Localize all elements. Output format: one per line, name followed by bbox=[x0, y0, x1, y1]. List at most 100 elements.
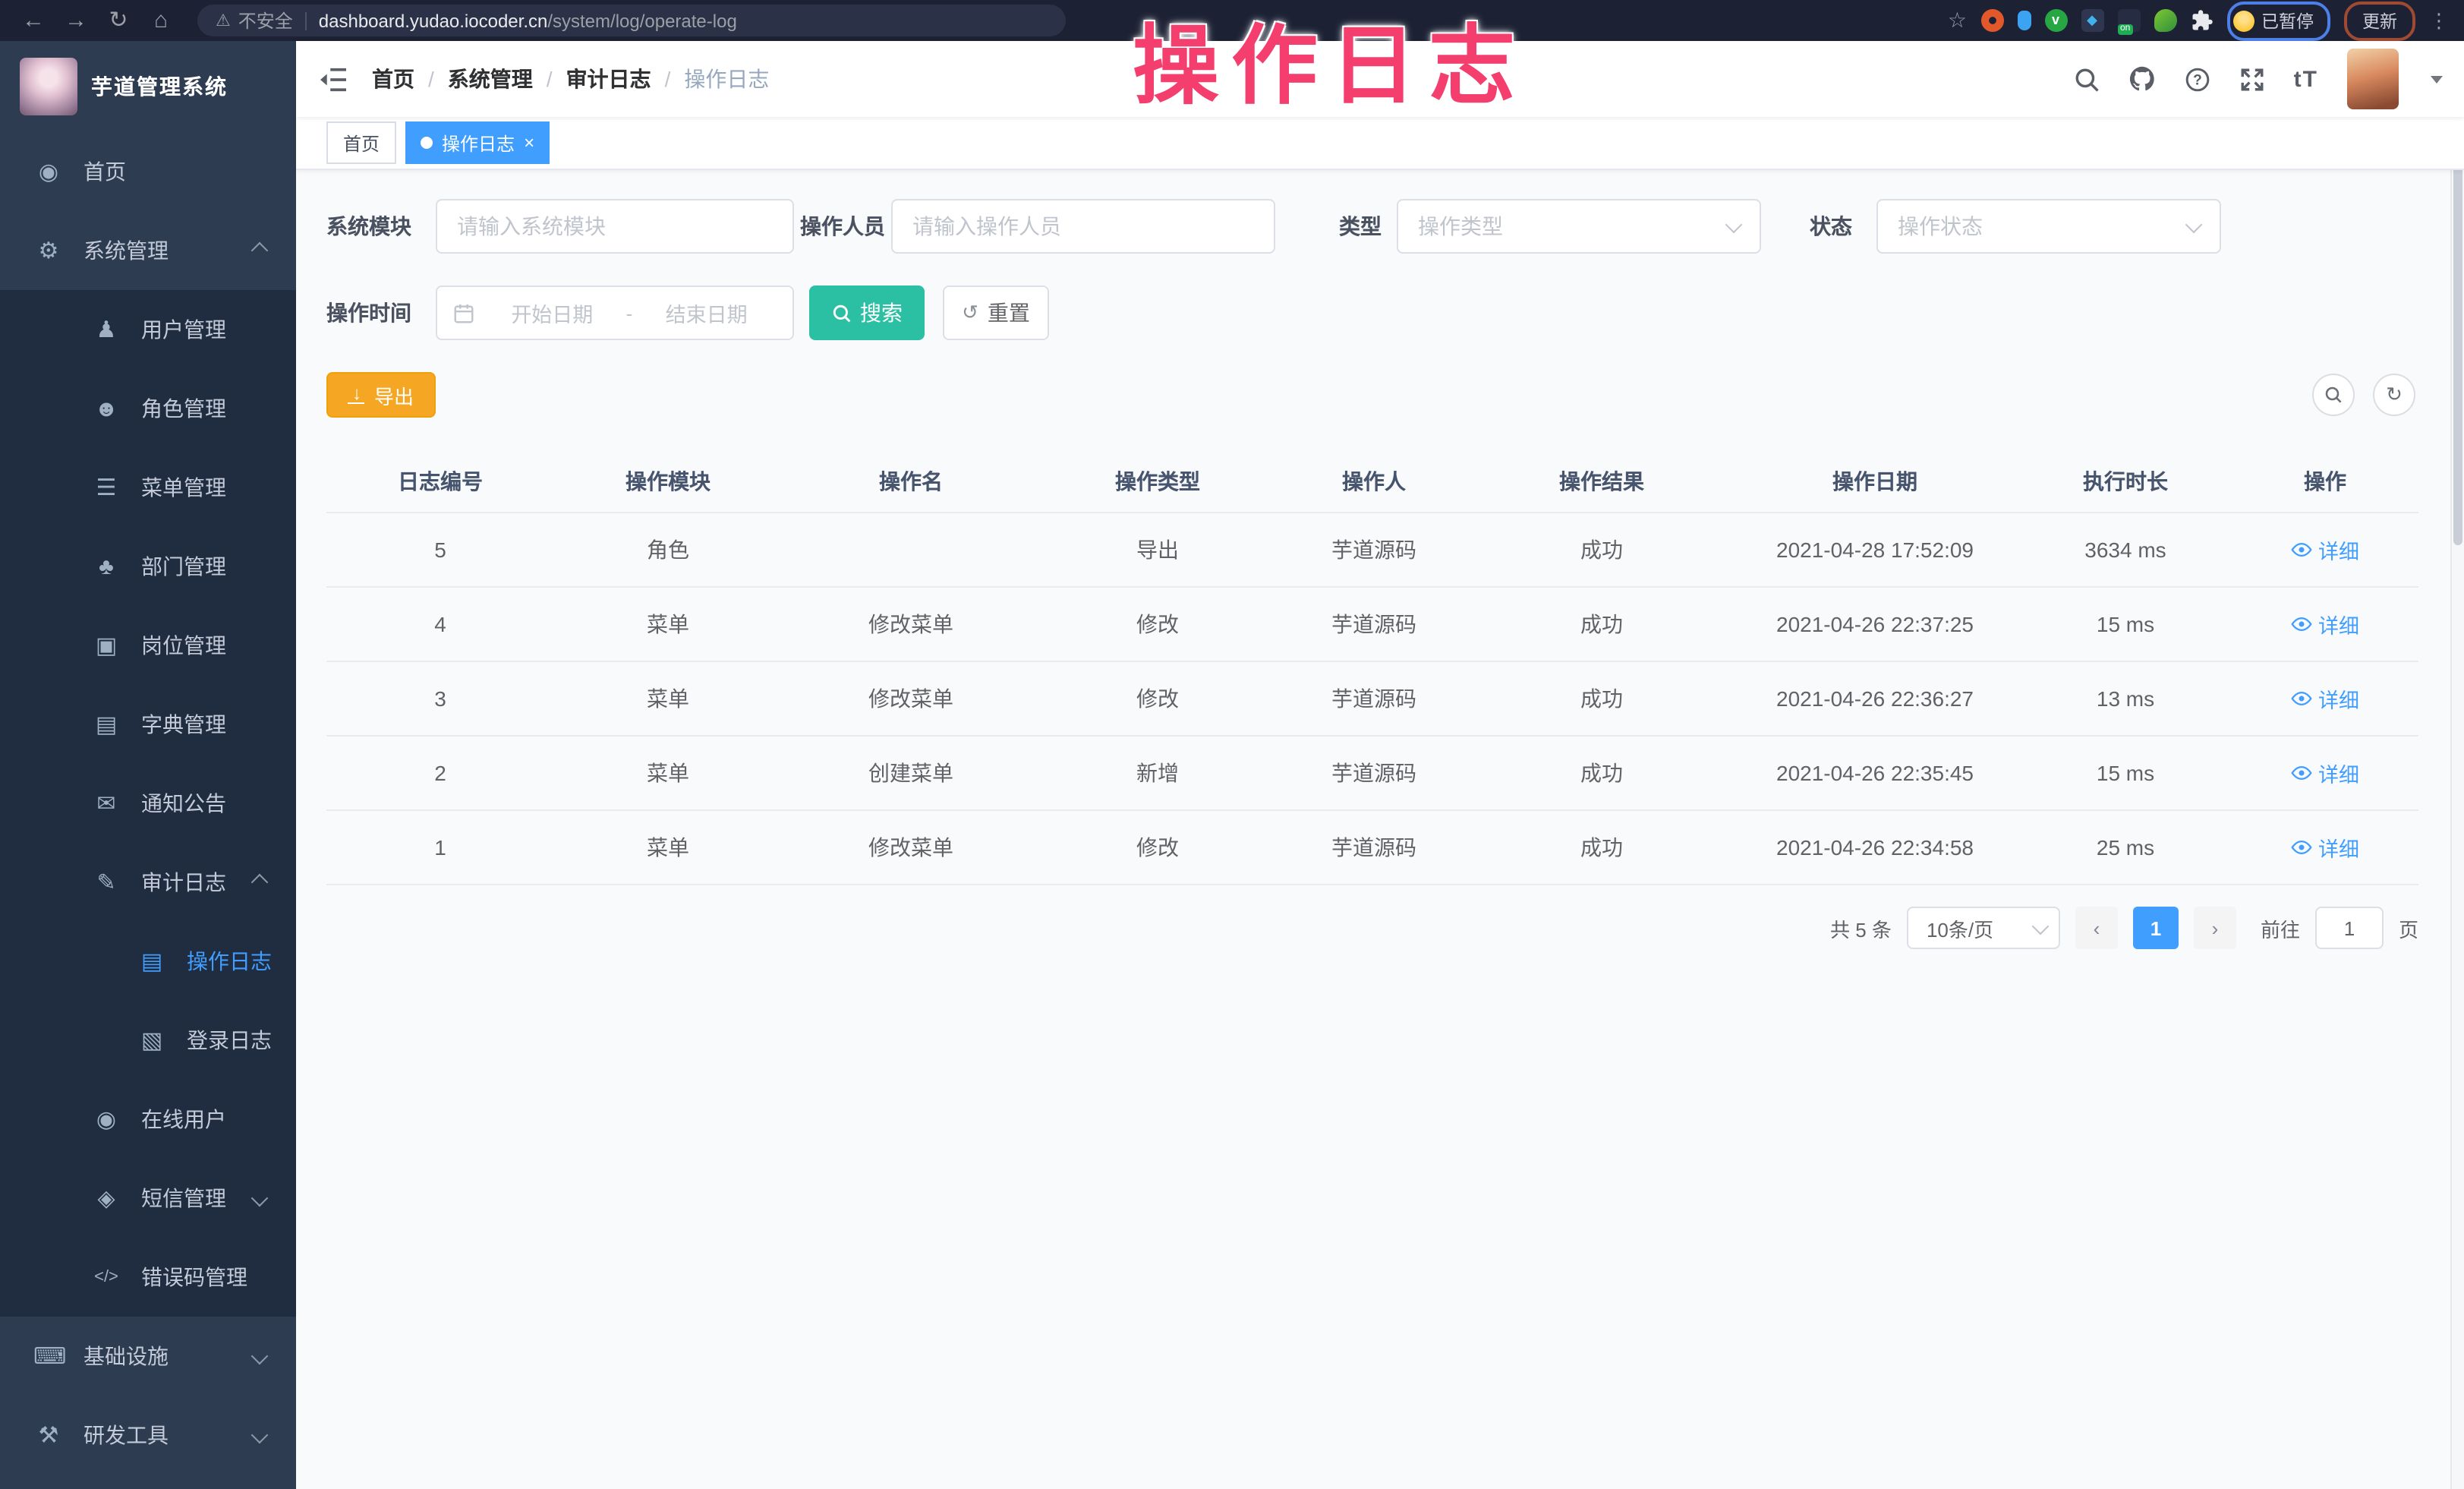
operator-label: 操作人员 bbox=[800, 211, 885, 241]
help-icon[interactable]: ? bbox=[2185, 66, 2210, 92]
toggle-search-icon[interactable] bbox=[2312, 374, 2355, 416]
sidebar-item-sms-management[interactable]: ◈ 短信管理 bbox=[0, 1159, 296, 1238]
sidebar-item-menu-management[interactable]: ☰ 菜单管理 bbox=[0, 448, 296, 527]
cell-name: 修改菜单 bbox=[782, 609, 1040, 639]
sidebar-item-online-users[interactable]: ◉ 在线用户 bbox=[0, 1080, 296, 1159]
operator-input[interactable] bbox=[891, 199, 1275, 254]
extension-switch-icon[interactable]: on bbox=[2117, 9, 2140, 32]
sidebar-item-dev-tools[interactable]: ⚒ 研发工具 bbox=[0, 1396, 296, 1475]
close-tab-icon[interactable]: × bbox=[524, 134, 534, 152]
chevron-down-icon bbox=[1725, 216, 1743, 233]
detail-link-label: 详细 bbox=[2318, 832, 2359, 863]
browser-home-icon[interactable]: ⌂ bbox=[143, 0, 179, 41]
extensions-puzzle-icon[interactable] bbox=[2190, 9, 2213, 32]
extension-adblock-icon[interactable] bbox=[1980, 9, 2003, 32]
sidebar-toggle-icon[interactable] bbox=[319, 66, 348, 92]
sidebar-item-label: 角色管理 bbox=[141, 393, 226, 424]
sidebar-item-dict-management[interactable]: ▤ 字典管理 bbox=[0, 685, 296, 764]
font-size-icon[interactable]: tT bbox=[2294, 66, 2318, 92]
browser-forward-icon[interactable]: → bbox=[58, 0, 94, 41]
sidebar-item-infrastructure[interactable]: ⌨ 基础设施 bbox=[0, 1317, 296, 1396]
sidebar-item-audit-log[interactable]: ✎ 审计日志 bbox=[0, 843, 296, 922]
cell-result: 成功 bbox=[1473, 535, 1731, 565]
col-log-id: 日志编号 bbox=[326, 466, 554, 497]
sidebar-item-notice[interactable]: ✉ 通知公告 bbox=[0, 764, 296, 843]
profile-sync-paused-chip[interactable]: 已暂停 bbox=[2226, 1, 2330, 40]
detail-link[interactable]: 详细 bbox=[2291, 758, 2359, 788]
sidebar-item-errorcode-management[interactable]: </> 错误码管理 bbox=[0, 1238, 296, 1317]
browser-reload-icon[interactable]: ↻ bbox=[100, 0, 137, 41]
sidebar: 芋道管理系统 ◉ 首页 ⚙ 系统管理 ♟ 用户管理 ☻ 角色管理 bbox=[0, 41, 296, 1489]
page-1-button[interactable]: 1 bbox=[2133, 907, 2179, 949]
extension-diamond-icon[interactable]: ◆ bbox=[2081, 9, 2103, 32]
extension-pin-icon[interactable] bbox=[2017, 11, 2031, 30]
chevron-up-icon bbox=[251, 242, 269, 260]
search-button[interactable]: 搜索 bbox=[809, 285, 925, 340]
detail-link[interactable]: 详细 bbox=[2291, 609, 2359, 639]
status-select[interactable]: 操作状态 bbox=[1876, 199, 2221, 254]
cell-operator: 芋道源码 bbox=[1275, 609, 1473, 639]
monitor-icon: ⌨ bbox=[33, 1342, 64, 1370]
sidebar-item-label: 在线用户 bbox=[141, 1104, 226, 1134]
detail-link[interactable]: 详细 bbox=[2291, 535, 2359, 565]
sidebar-item-user-management[interactable]: ♟ 用户管理 bbox=[0, 290, 296, 369]
app-logo-row[interactable]: 芋道管理系统 bbox=[0, 41, 296, 132]
tab-home[interactable]: 首页 bbox=[326, 121, 396, 164]
detail-link[interactable]: 详细 bbox=[2291, 683, 2359, 714]
detail-link[interactable]: 详细 bbox=[2291, 832, 2359, 863]
sidebar-item-post-management[interactable]: ▣ 岗位管理 bbox=[0, 606, 296, 685]
bookmark-star-icon[interactable]: ☆ bbox=[1948, 8, 1967, 33]
not-secure-warning-icon: ⚠ bbox=[216, 11, 231, 30]
browser-update-button[interactable]: 更新 bbox=[2344, 1, 2415, 40]
extension-v-icon[interactable]: v bbox=[2044, 9, 2067, 32]
table-header-row: 日志编号 操作模块 操作名 操作类型 操作人 操作结果 操作日期 执行时长 操作 bbox=[326, 451, 2418, 513]
extension-green-icon[interactable] bbox=[2154, 9, 2176, 32]
emoji-avatar bbox=[2232, 10, 2254, 31]
table-toolbar: ↓ 导出 ↻ bbox=[326, 372, 2418, 418]
status-label: 状态 bbox=[1810, 211, 1852, 241]
sidebar-item-department-management[interactable]: ♣ 部门管理 bbox=[0, 527, 296, 606]
cell-operator: 芋道源码 bbox=[1275, 683, 1473, 714]
cell-operator: 芋道源码 bbox=[1275, 832, 1473, 863]
sidebar-item-system-management[interactable]: ⚙ 系统管理 bbox=[0, 211, 296, 290]
tab-operate-log[interactable]: 操作日志 × bbox=[405, 121, 550, 164]
sidebar-item-label: 研发工具 bbox=[83, 1420, 169, 1450]
scrollbar[interactable] bbox=[2450, 41, 2464, 1489]
time-label: 操作时间 bbox=[326, 298, 417, 328]
export-button[interactable]: ↓ 导出 bbox=[326, 372, 436, 418]
cell-duration: 15 ms bbox=[2019, 612, 2232, 636]
sidebar-item-operate-log[interactable]: ▤ 操作日志 bbox=[0, 922, 296, 1001]
sidebar-item-label: 登录日志 bbox=[187, 1025, 272, 1055]
extension-on-badge: on bbox=[2117, 24, 2133, 35]
fullscreen-icon[interactable] bbox=[2239, 66, 2265, 92]
avatar-caret-down-icon[interactable] bbox=[2431, 75, 2443, 83]
sidebar-item-login-log[interactable]: ▧ 登录日志 bbox=[0, 1001, 296, 1080]
module-input[interactable] bbox=[436, 199, 794, 254]
address-bar[interactable]: ⚠ 不安全 dashboard.yudao.iocoder.cn /system… bbox=[197, 5, 1066, 36]
users-icon: ☻ bbox=[91, 396, 121, 421]
tab-operate-log-label: 操作日志 bbox=[442, 130, 515, 156]
next-page-button[interactable]: › bbox=[2194, 907, 2236, 949]
reset-button[interactable]: ↺ 重置 bbox=[943, 285, 1049, 340]
cell-module: 角色 bbox=[554, 535, 782, 565]
online-signal-icon: ◉ bbox=[91, 1106, 121, 1133]
sidebar-item-home[interactable]: ◉ 首页 bbox=[0, 132, 296, 211]
search-icon[interactable] bbox=[2074, 66, 2100, 92]
breadcrumb-home[interactable]: 首页 bbox=[372, 64, 414, 94]
date-range-picker[interactable]: 开始日期 - 结束日期 bbox=[436, 285, 794, 340]
type-select[interactable]: 操作类型 bbox=[1397, 199, 1761, 254]
page-size-select[interactable]: 10条/页 bbox=[1907, 907, 2060, 949]
breadcrumb-audit-log[interactable]: 审计日志 bbox=[566, 64, 651, 94]
prev-page-button[interactable]: ‹ bbox=[2075, 907, 2118, 949]
github-icon[interactable] bbox=[2128, 65, 2156, 93]
user-avatar[interactable] bbox=[2347, 49, 2399, 109]
browser-menu-kebab-icon[interactable]: ⋮ bbox=[2429, 8, 2449, 33]
sidebar-item-role-management[interactable]: ☻ 角色管理 bbox=[0, 369, 296, 448]
refresh-icon[interactable]: ↻ bbox=[2373, 374, 2415, 416]
filter-row-1: 系统模块 操作人员 类型 操作类型 状态 操作状态 bbox=[326, 199, 2418, 254]
cell-log-id: 4 bbox=[326, 612, 554, 636]
breadcrumb-system[interactable]: 系统管理 bbox=[448, 64, 533, 94]
browser-back-icon[interactable]: ← bbox=[15, 0, 52, 41]
goto-page-input[interactable] bbox=[2315, 907, 2384, 949]
scrollbar-thumb[interactable] bbox=[2453, 105, 2462, 545]
